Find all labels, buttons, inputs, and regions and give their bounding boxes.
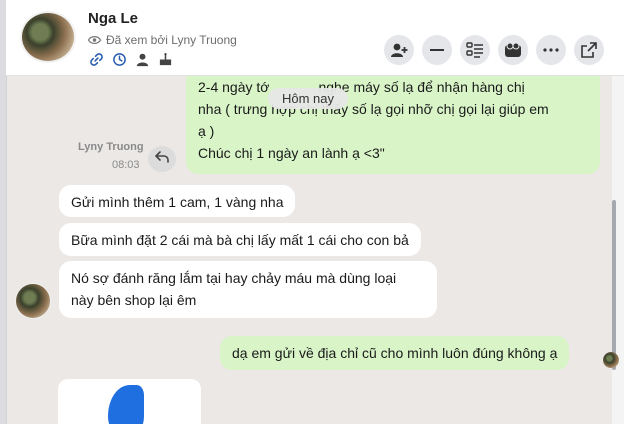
user-icon[interactable] <box>134 51 150 67</box>
message-bubble-incoming[interactable]: Bữa mình đặt 2 cái mà bà chị lấy mất 1 c… <box>59 223 421 256</box>
chat-header: Nga Le Đã xem bởi Lyny Truong <box>6 0 624 76</box>
seen-by-text: Đã xem bởi Lyny Truong <box>106 33 237 47</box>
contact-name[interactable]: Nga Le <box>88 10 138 27</box>
message-line: ạ ) <box>198 123 215 139</box>
sender-name: Lyny Truong <box>78 141 144 153</box>
message-line: này bên shop lại êm <box>71 292 197 308</box>
message-time: 08:03 <box>112 159 140 171</box>
minimize-button[interactable] <box>422 35 452 65</box>
contact-tools <box>88 51 173 67</box>
more-button[interactable] <box>536 35 566 65</box>
message-line: 2-4 ngày tớxxxxxxxnghe máy số lạ để nhận… <box>198 79 525 95</box>
seen-avatar <box>603 352 619 368</box>
message-line: Nó sợ đánh răng lắm tại hay chảy máu mà … <box>71 270 397 286</box>
contact-card-icon <box>466 42 484 58</box>
popout-icon <box>581 42 597 58</box>
contacts-icon <box>504 42 522 58</box>
reply-icon <box>154 150 169 168</box>
image-attachment[interactable] <box>58 379 201 424</box>
date-divider: Hôm nay <box>268 88 349 109</box>
minimize-icon <box>429 48 445 52</box>
link-icon[interactable] <box>88 51 104 67</box>
eye-icon <box>88 35 101 45</box>
history-icon[interactable] <box>111 51 127 67</box>
message-bubble-outgoing: 2-4 ngày tớxxxxxxxnghe máy số lạ để nhận… <box>186 62 600 174</box>
sender-avatar[interactable] <box>15 283 51 319</box>
contact-avatar[interactable] <box>20 11 76 63</box>
more-icon <box>543 48 559 52</box>
message-bubble-incoming[interactable]: Gửi mình thêm 1 cam, 1 vàng nha <box>59 185 296 217</box>
seen-status: Đã xem bởi Lyny Truong <box>88 33 237 47</box>
message-bubble-incoming[interactable]: Nó sợ đánh răng lắm tại hay chảy máu mà … <box>59 261 437 318</box>
add-user-button[interactable] <box>384 35 414 65</box>
add-user-icon <box>390 42 408 58</box>
image-thumbnail <box>108 385 144 424</box>
popout-button[interactable] <box>574 35 604 65</box>
header-actions <box>384 35 604 65</box>
message-bubble-outgoing[interactable]: dạ em gửi về địa chỉ cũ cho mình luôn đú… <box>220 336 570 370</box>
cake-icon[interactable] <box>157 51 173 67</box>
scrollbar-thumb[interactable] <box>612 200 616 370</box>
reply-button[interactable] <box>148 146 176 172</box>
contact-card-button[interactable] <box>460 35 490 65</box>
contacts-button[interactable] <box>498 35 528 65</box>
message-line: Chúc chị 1 ngày an lành ạ <3" <box>198 145 385 161</box>
message-line: nha ( trưng hợp chị thấy số lạ gọi nhỡ c… <box>198 101 549 117</box>
